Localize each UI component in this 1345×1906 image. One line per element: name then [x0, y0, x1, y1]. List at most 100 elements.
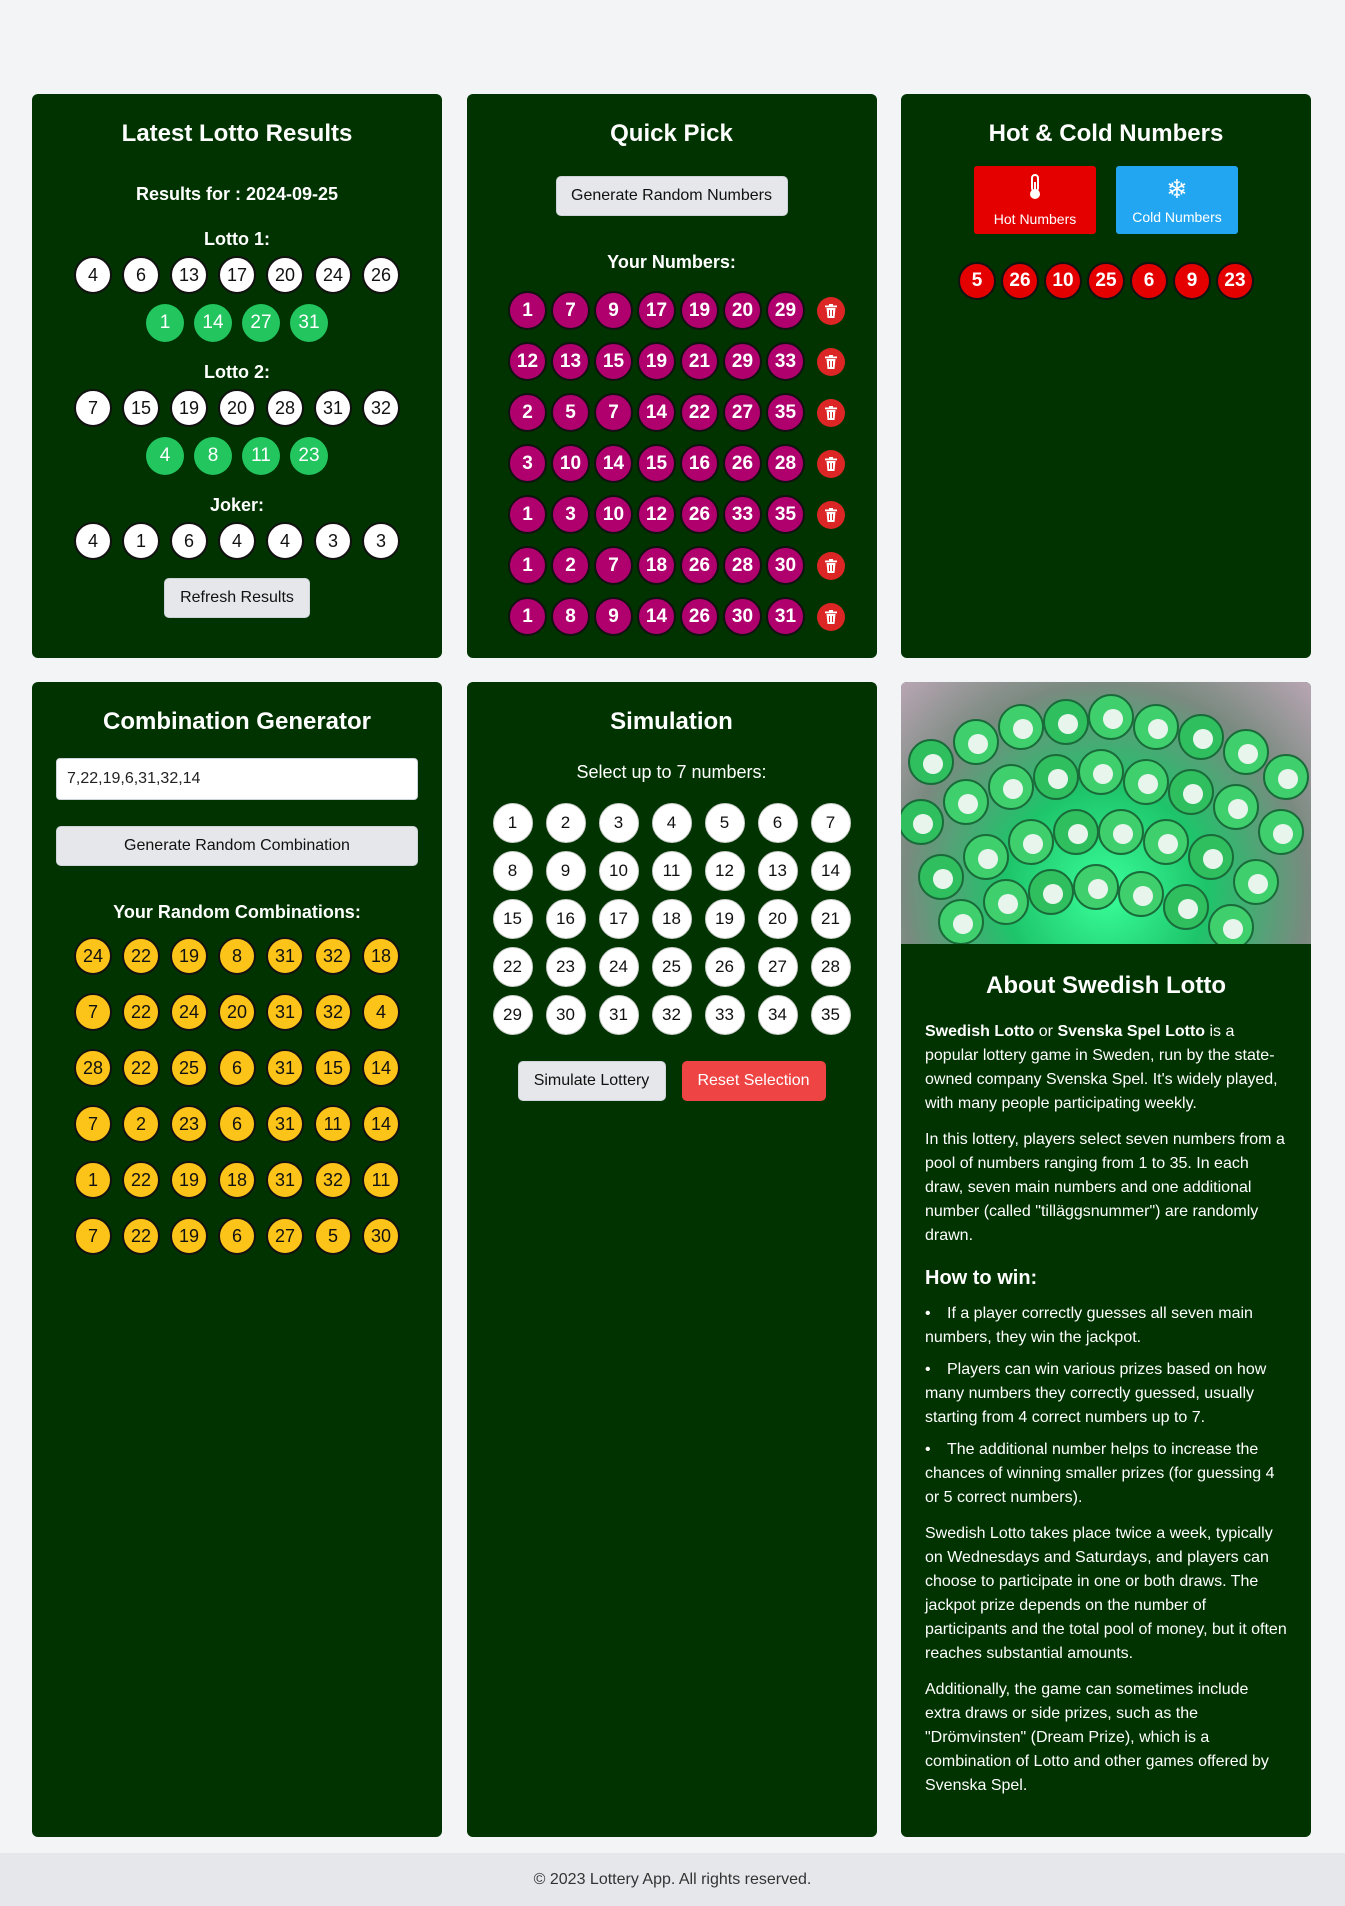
simulation-number-button[interactable]: 12: [704, 851, 745, 891]
number-ball: 18: [218, 1161, 256, 1199]
number-ball: 14: [362, 1049, 400, 1087]
simulation-number-button[interactable]: 18: [651, 899, 692, 939]
number-ball: 22: [122, 937, 160, 975]
decorative-ball-label: [1248, 874, 1268, 894]
simulation-number-button[interactable]: 5: [704, 803, 745, 843]
decorative-ball-label: [1003, 779, 1023, 799]
trash-icon[interactable]: [817, 449, 845, 478]
hot-numbers-row: 5 26 10 25 6 9 23: [901, 262, 1311, 300]
number-ball: 26: [680, 546, 719, 585]
number-ball: 7: [74, 993, 112, 1031]
trash-icon[interactable]: [817, 296, 845, 325]
simulation-number-button[interactable]: 17: [598, 899, 639, 939]
simulation-number-button[interactable]: 19: [704, 899, 745, 939]
number-ball: 3: [362, 522, 400, 560]
number-ball: 31: [266, 937, 304, 975]
about-title: About Swedish Lotto: [986, 972, 1226, 999]
number-ball: 4: [362, 993, 400, 1031]
refresh-results-button[interactable]: Refresh Results: [164, 578, 310, 618]
simulation-number-button[interactable]: 20: [757, 899, 798, 939]
about-paragraph-2: In this lottery, players select seven nu…: [925, 1131, 1285, 1244]
simulation-number-button[interactable]: 29: [492, 995, 533, 1035]
reset-selection-button[interactable]: Reset Selection: [681, 1061, 826, 1101]
number-ball: 5: [314, 1217, 352, 1255]
number-ball: 10: [594, 495, 633, 534]
simulation-number-button[interactable]: 22: [492, 947, 533, 987]
hot-cold-toggles: Hot Numbers ❄ Cold Numbers: [901, 166, 1311, 234]
quick-pick-row: 2 5 7 14 22 27 35: [498, 393, 845, 432]
simulation-number-button[interactable]: 2: [545, 803, 586, 843]
cold-numbers-button[interactable]: ❄ Cold Numbers: [1116, 166, 1238, 234]
simulation-number-button[interactable]: 13: [757, 851, 798, 891]
simulation-number-button[interactable]: 11: [651, 851, 692, 891]
number-ball: 1: [508, 597, 547, 636]
number-ball: 19: [637, 342, 676, 381]
number-ball: 28: [74, 1049, 112, 1087]
simulation-title: Simulation: [610, 708, 733, 735]
number-ball: 26: [1001, 262, 1039, 300]
simulation-number-button[interactable]: 7: [810, 803, 851, 843]
lotto1-main-row: 4 6 13 17 20 24 26: [32, 256, 442, 294]
number-ball: 32: [362, 389, 400, 427]
simulation-number-button[interactable]: 27: [757, 947, 798, 987]
number-ball: 6: [1130, 262, 1168, 300]
simulation-number-button[interactable]: 14: [810, 851, 851, 891]
combination-input[interactable]: 7,22,19,6,31,32,14: [56, 758, 418, 800]
simulation-number-button[interactable]: 21: [810, 899, 851, 939]
trash-icon[interactable]: [817, 602, 845, 631]
hot-numbers-button[interactable]: Hot Numbers: [974, 166, 1096, 234]
number-ball: 19: [170, 937, 208, 975]
decorative-ball-label: [953, 914, 973, 934]
simulation-number-button[interactable]: 32: [651, 995, 692, 1035]
decorative-ball-label: [968, 734, 988, 754]
number-ball: 27: [266, 1217, 304, 1255]
simulation-number-button[interactable]: 6: [757, 803, 798, 843]
number-ball: 13: [551, 342, 590, 381]
simulation-number-button[interactable]: 28: [810, 947, 851, 987]
simulation-number-button[interactable]: 34: [757, 995, 798, 1035]
thermometer-icon: [1028, 173, 1042, 205]
simulation-number-button[interactable]: 24: [598, 947, 639, 987]
generate-random-combination-button[interactable]: Generate Random Combination: [56, 826, 418, 866]
simulation-number-button[interactable]: 3: [598, 803, 639, 843]
decorative-ball-label: [933, 869, 953, 889]
simulation-number-button[interactable]: 16: [545, 899, 586, 939]
your-numbers-label: Your Numbers:: [607, 252, 736, 272]
number-ball: 9: [594, 597, 633, 636]
simulation-card: Simulation Select up to 7 numbers: 12345…: [466, 682, 877, 1837]
combination-row: 7 22 24 20 31 32 4: [32, 993, 442, 1031]
number-ball: 25: [170, 1049, 208, 1087]
trash-icon[interactable]: [817, 347, 845, 376]
simulation-number-button[interactable]: 10: [598, 851, 639, 891]
decorative-ball-label: [958, 794, 978, 814]
simulation-number-button[interactable]: 9: [545, 851, 586, 891]
simulation-number-button[interactable]: 4: [651, 803, 692, 843]
number-ball: 7: [594, 546, 633, 585]
number-ball: 5: [551, 393, 590, 432]
simulation-number-button[interactable]: 35: [810, 995, 851, 1035]
simulation-number-button[interactable]: 31: [598, 995, 639, 1035]
simulation-number-button[interactable]: 33: [704, 995, 745, 1035]
decorative-ball-label: [1238, 744, 1258, 764]
select-numbers-label: Select up to 7 numbers:: [576, 762, 767, 782]
simulation-number-button[interactable]: 1: [492, 803, 533, 843]
combination-generator-card: Combination Generator 7,22,19,6,31,32,14…: [32, 682, 442, 1837]
number-ball: 30: [362, 1217, 400, 1255]
simulation-number-button[interactable]: 30: [545, 995, 586, 1035]
number-ball: 19: [170, 1161, 208, 1199]
simulation-number-button[interactable]: 23: [545, 947, 586, 987]
trash-icon[interactable]: [817, 398, 845, 427]
decorative-ball-label: [1103, 709, 1123, 729]
trash-icon[interactable]: [817, 500, 845, 529]
trash-icon[interactable]: [817, 551, 845, 580]
number-ball: 32: [314, 993, 352, 1031]
simulation-number-button[interactable]: 8: [492, 851, 533, 891]
simulation-number-button[interactable]: 25: [651, 947, 692, 987]
simulate-lottery-button[interactable]: Simulate Lottery: [517, 1061, 666, 1101]
simulation-number-button[interactable]: 15: [492, 899, 533, 939]
main-grid: Latest Lotto Results Results for : 2024-…: [32, 94, 1311, 1837]
simulation-number-button[interactable]: 26: [704, 947, 745, 987]
number-ball: 16: [680, 444, 719, 483]
quick-pick-row: 1 2 7 18 26 28 30: [498, 546, 845, 585]
generate-random-numbers-button[interactable]: Generate Random Numbers: [555, 176, 788, 216]
